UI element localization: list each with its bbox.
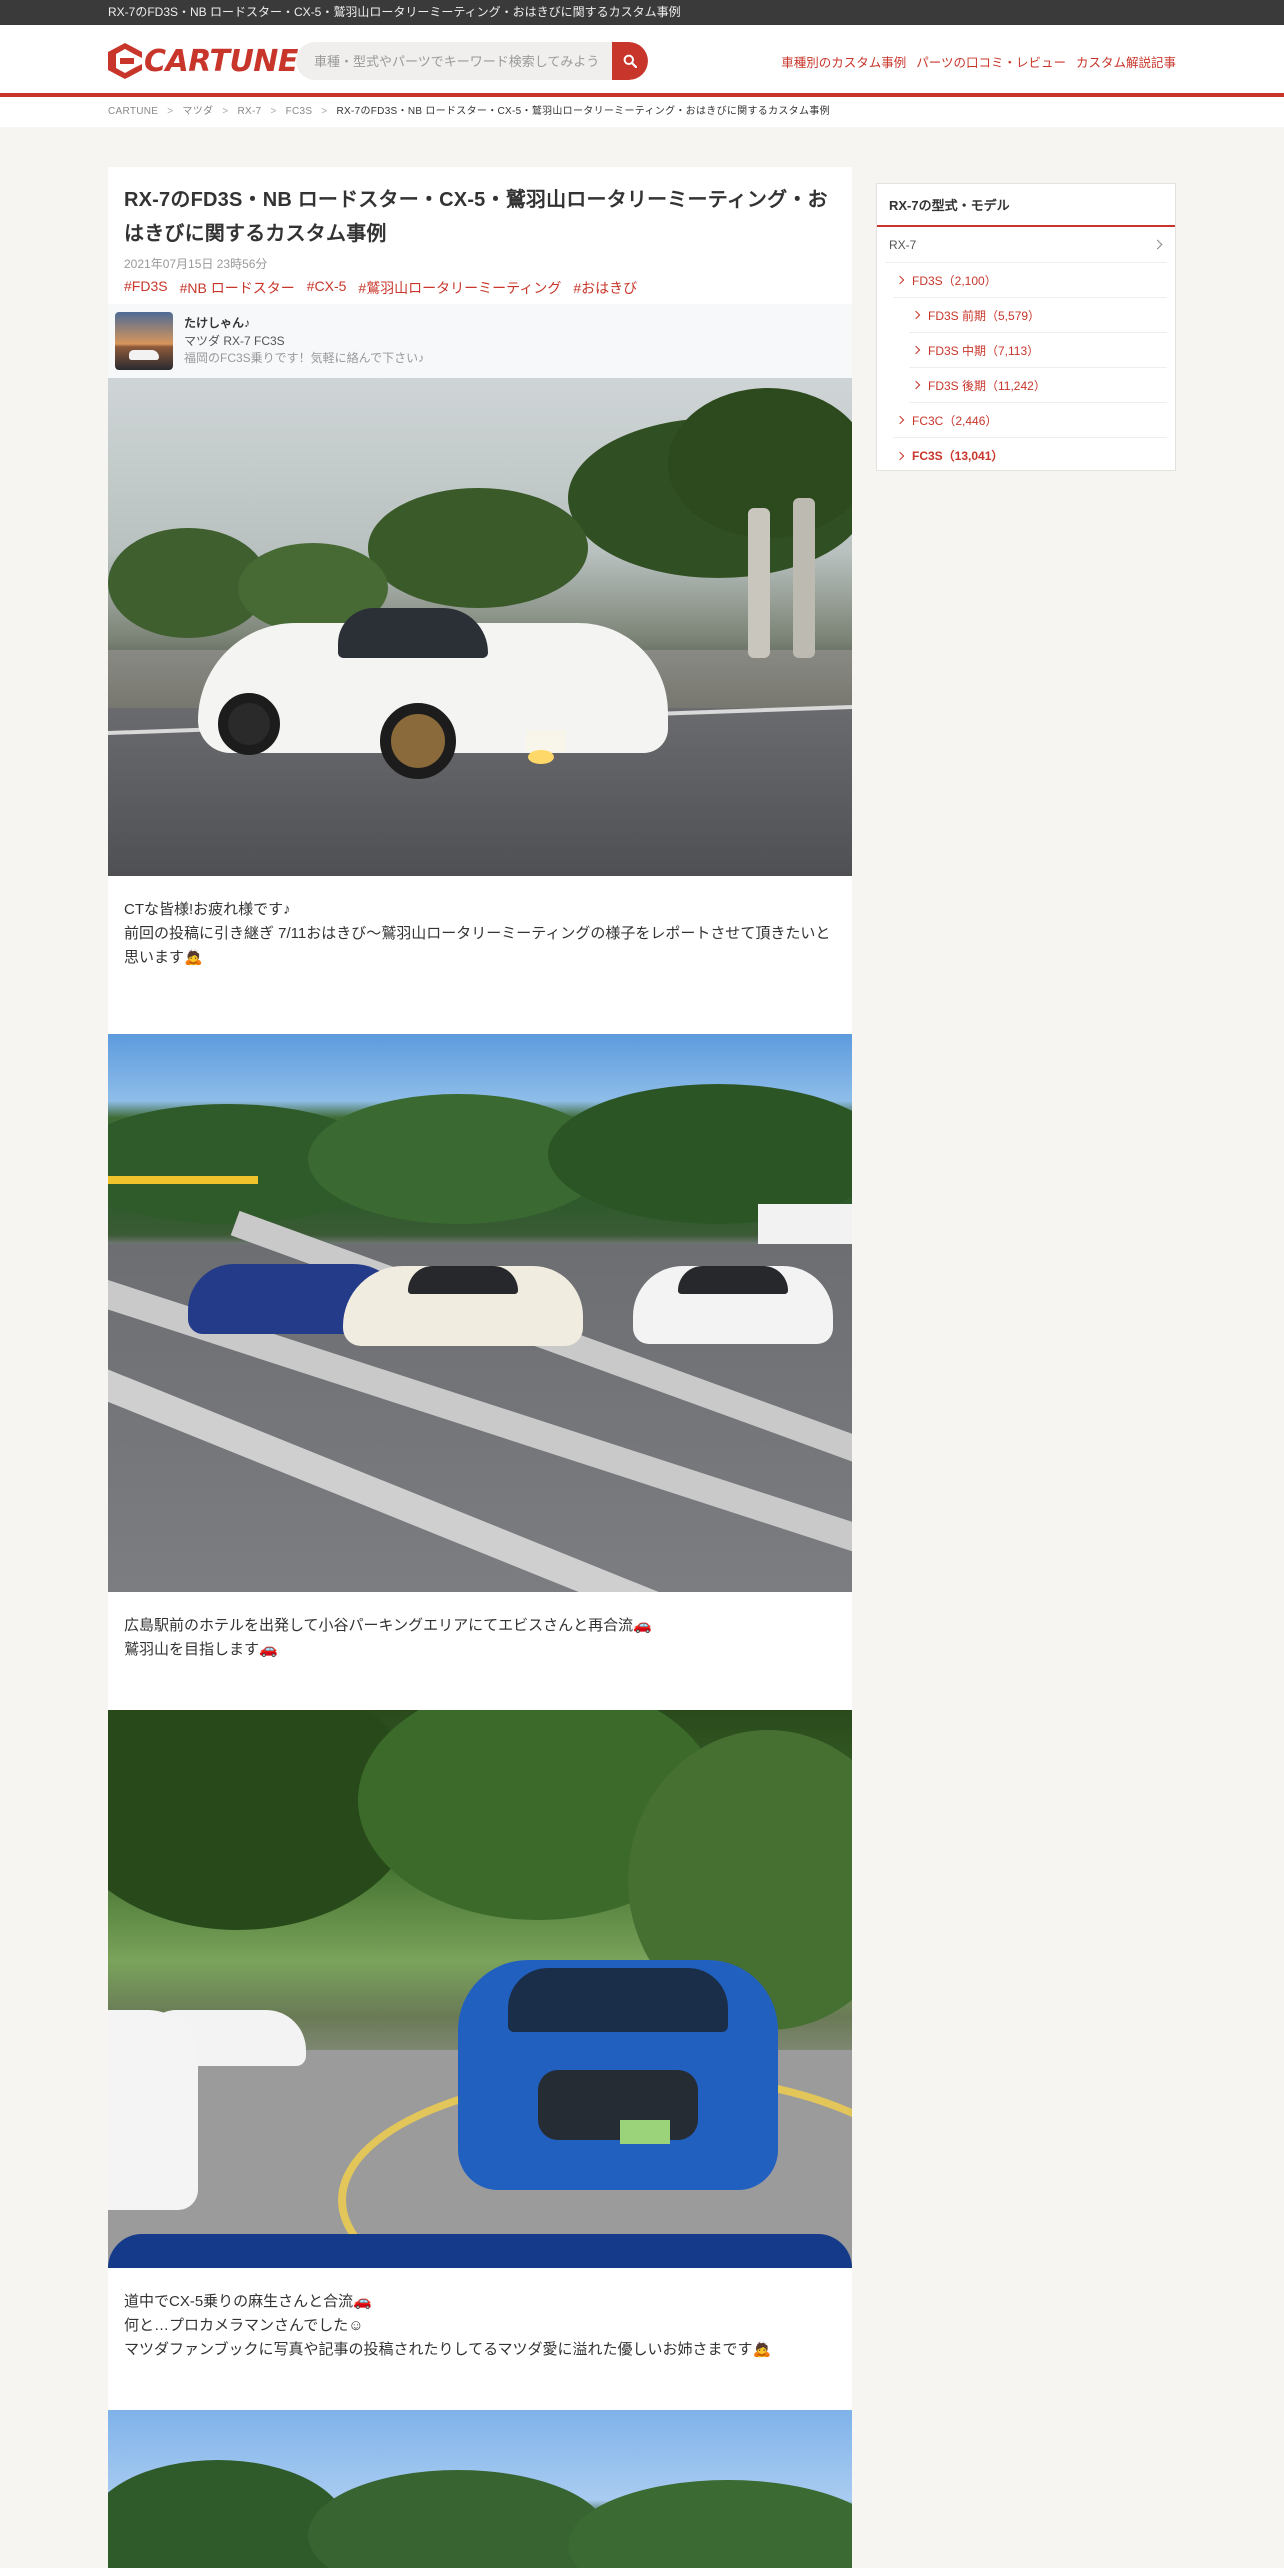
- chevron-right-icon: [911, 380, 921, 390]
- chevron-right-icon: [895, 415, 905, 425]
- article-photo[interactable]: [108, 378, 852, 876]
- sidebar-item-fd3s[interactable]: FD3S（2,100）: [893, 263, 1167, 298]
- article-card: RX-7のFD3S・NB ロードスター・CX-5・鷲羽山ロータリーミーティング・…: [108, 167, 852, 2568]
- avatar[interactable]: [115, 312, 173, 370]
- sidebar-item-fd3s-late[interactable]: FD3S 後期（11,242）: [909, 368, 1167, 403]
- site-header: CARTUNE 車種別のカスタム事例 パーツの口コミ・レビュー カスタム解説記事: [0, 25, 1284, 97]
- author-box[interactable]: たけしゃん♪ マツダ RX-7 FC3S 福岡のFC3S乗りです！気軽に絡んで下…: [108, 304, 852, 378]
- breadcrumb-item[interactable]: CARTUNE: [108, 106, 158, 117]
- search-button[interactable]: [612, 42, 648, 80]
- sidebar-root-rx7[interactable]: RX-7: [885, 227, 1167, 263]
- sidebar-item-fc3s[interactable]: FC3S（13,041）: [893, 438, 1167, 473]
- tag-link[interactable]: #NB ロードスター: [180, 278, 295, 298]
- breadcrumb-item[interactable]: FC3S: [286, 106, 313, 117]
- breadcrumb: CARTUNE > マツダ > RX-7 > FC3S > RX-7のFD3S・NB ロードスタ…: [0, 97, 1284, 127]
- sidebar-item-fc3c[interactable]: FC3C（2,446）: [893, 403, 1167, 438]
- header-nav: 車種別のカスタム事例 パーツの口コミ・レビュー カスタム解説記事: [781, 25, 1176, 97]
- sidebar-item-label: FD3S（2,100）: [912, 273, 997, 288]
- search-box: [296, 42, 648, 80]
- tag-link[interactable]: #鷲羽山ロータリーミーティング: [358, 278, 561, 298]
- top-page-title: RX-7のFD3S・NB ロードスター・CX-5・鷲羽山ロータリーミーティング・…: [108, 5, 681, 19]
- sidebar-item-label: FD3S 後期（11,242）: [928, 378, 1046, 393]
- nav-parts-reviews[interactable]: パーツの口コミ・レビュー: [916, 52, 1066, 71]
- sidebar-item-label: FD3S 前期（5,579）: [928, 308, 1041, 323]
- sidebar-heading: RX-7の型式・モデル: [877, 184, 1175, 227]
- nav-custom-articles[interactable]: カスタム解説記事: [1076, 52, 1176, 71]
- author-car: マツダ RX-7 FC3S: [184, 334, 285, 348]
- breadcrumb-item[interactable]: RX-7: [237, 106, 261, 117]
- search-icon: [623, 54, 637, 68]
- tag-list: #FD3S #NB ロードスター #CX-5 #鷲羽山ロータリーミーティング #…: [124, 278, 836, 298]
- breadcrumb-separator-icon: >: [270, 106, 277, 117]
- cartune-logo[interactable]: CARTUNE: [108, 42, 298, 80]
- nav-custom-cases[interactable]: 車種別のカスタム事例: [781, 52, 906, 71]
- search-input[interactable]: [296, 42, 612, 80]
- photo-caption: 広島駅前のホテルを出発して小谷パーキングエリアにてエビスさんと再合流🚗 鷲羽山を…: [124, 1617, 652, 1658]
- sidebar-item-fd3s-early[interactable]: FD3S 前期（5,579）: [909, 298, 1167, 333]
- article-photo[interactable]: [108, 2410, 852, 2568]
- model-sidebar: RX-7の型式・モデル RX-7 FD3S（2,100） FD3S 前期（5,5…: [876, 183, 1176, 471]
- photo-caption: 道中でCX-5乗りの麻生さんと合流🚗 何と…プロカメラマンさんでした☺ マツダフ…: [124, 2293, 772, 2358]
- article-photo[interactable]: [108, 1034, 852, 1592]
- chevron-right-icon: [911, 345, 921, 355]
- logo-mark-icon: [108, 43, 142, 79]
- breadcrumb-separator-icon: >: [167, 106, 174, 117]
- article-header: RX-7のFD3S・NB ロードスター・CX-5・鷲羽山ロータリーミーティング・…: [108, 167, 852, 298]
- sidebar-item-fd3s-mid[interactable]: FD3S 中期（7,113）: [909, 333, 1167, 368]
- chevron-right-icon: [895, 275, 905, 285]
- sidebar-item-label: FC3S（13,041）: [912, 449, 1004, 463]
- author-bio: 福岡のFC3S乗りです！気軽に絡んで下さい♪: [184, 351, 425, 365]
- top-title-strip: RX-7のFD3S・NB ロードスター・CX-5・鷲羽山ロータリーミーティング・…: [0, 0, 1284, 25]
- breadcrumb-separator-icon: >: [321, 106, 328, 117]
- chevron-right-icon: [1152, 239, 1163, 250]
- breadcrumb-item[interactable]: マツダ: [182, 106, 213, 117]
- article-title: RX-7のFD3S・NB ロードスター・CX-5・鷲羽山ロータリーミーティング・…: [124, 189, 828, 245]
- article-photo[interactable]: [108, 1710, 852, 2268]
- tag-link[interactable]: #FD3S: [124, 278, 168, 298]
- chevron-right-icon: [895, 451, 905, 460]
- sidebar-item-label: FC3C（2,446）: [912, 413, 998, 428]
- tag-link[interactable]: #おはきび: [573, 278, 637, 298]
- chevron-right-icon: [911, 310, 921, 320]
- photo-caption: CTな皆様!お疲れ様です♪ 前回の投稿に引き継ぎ 7/11おはきび〜鷲羽山ロータ…: [124, 901, 831, 966]
- tag-link[interactable]: #CX-5: [307, 278, 347, 298]
- breadcrumb-separator-icon: >: [222, 106, 229, 117]
- sidebar-item-label: FD3S 中期（7,113）: [928, 343, 1040, 358]
- article-date: 2021年07月15日 23時56分: [124, 257, 268, 271]
- breadcrumb-current: RX-7のFD3S・NB ロードスター・CX-5・鷲羽山ロータリーミーティング・…: [336, 106, 830, 117]
- sidebar-root-label: RX-7: [889, 237, 917, 252]
- logo-text: CARTUNE: [144, 43, 298, 79]
- author-name[interactable]: たけしゃん♪: [184, 314, 250, 331]
